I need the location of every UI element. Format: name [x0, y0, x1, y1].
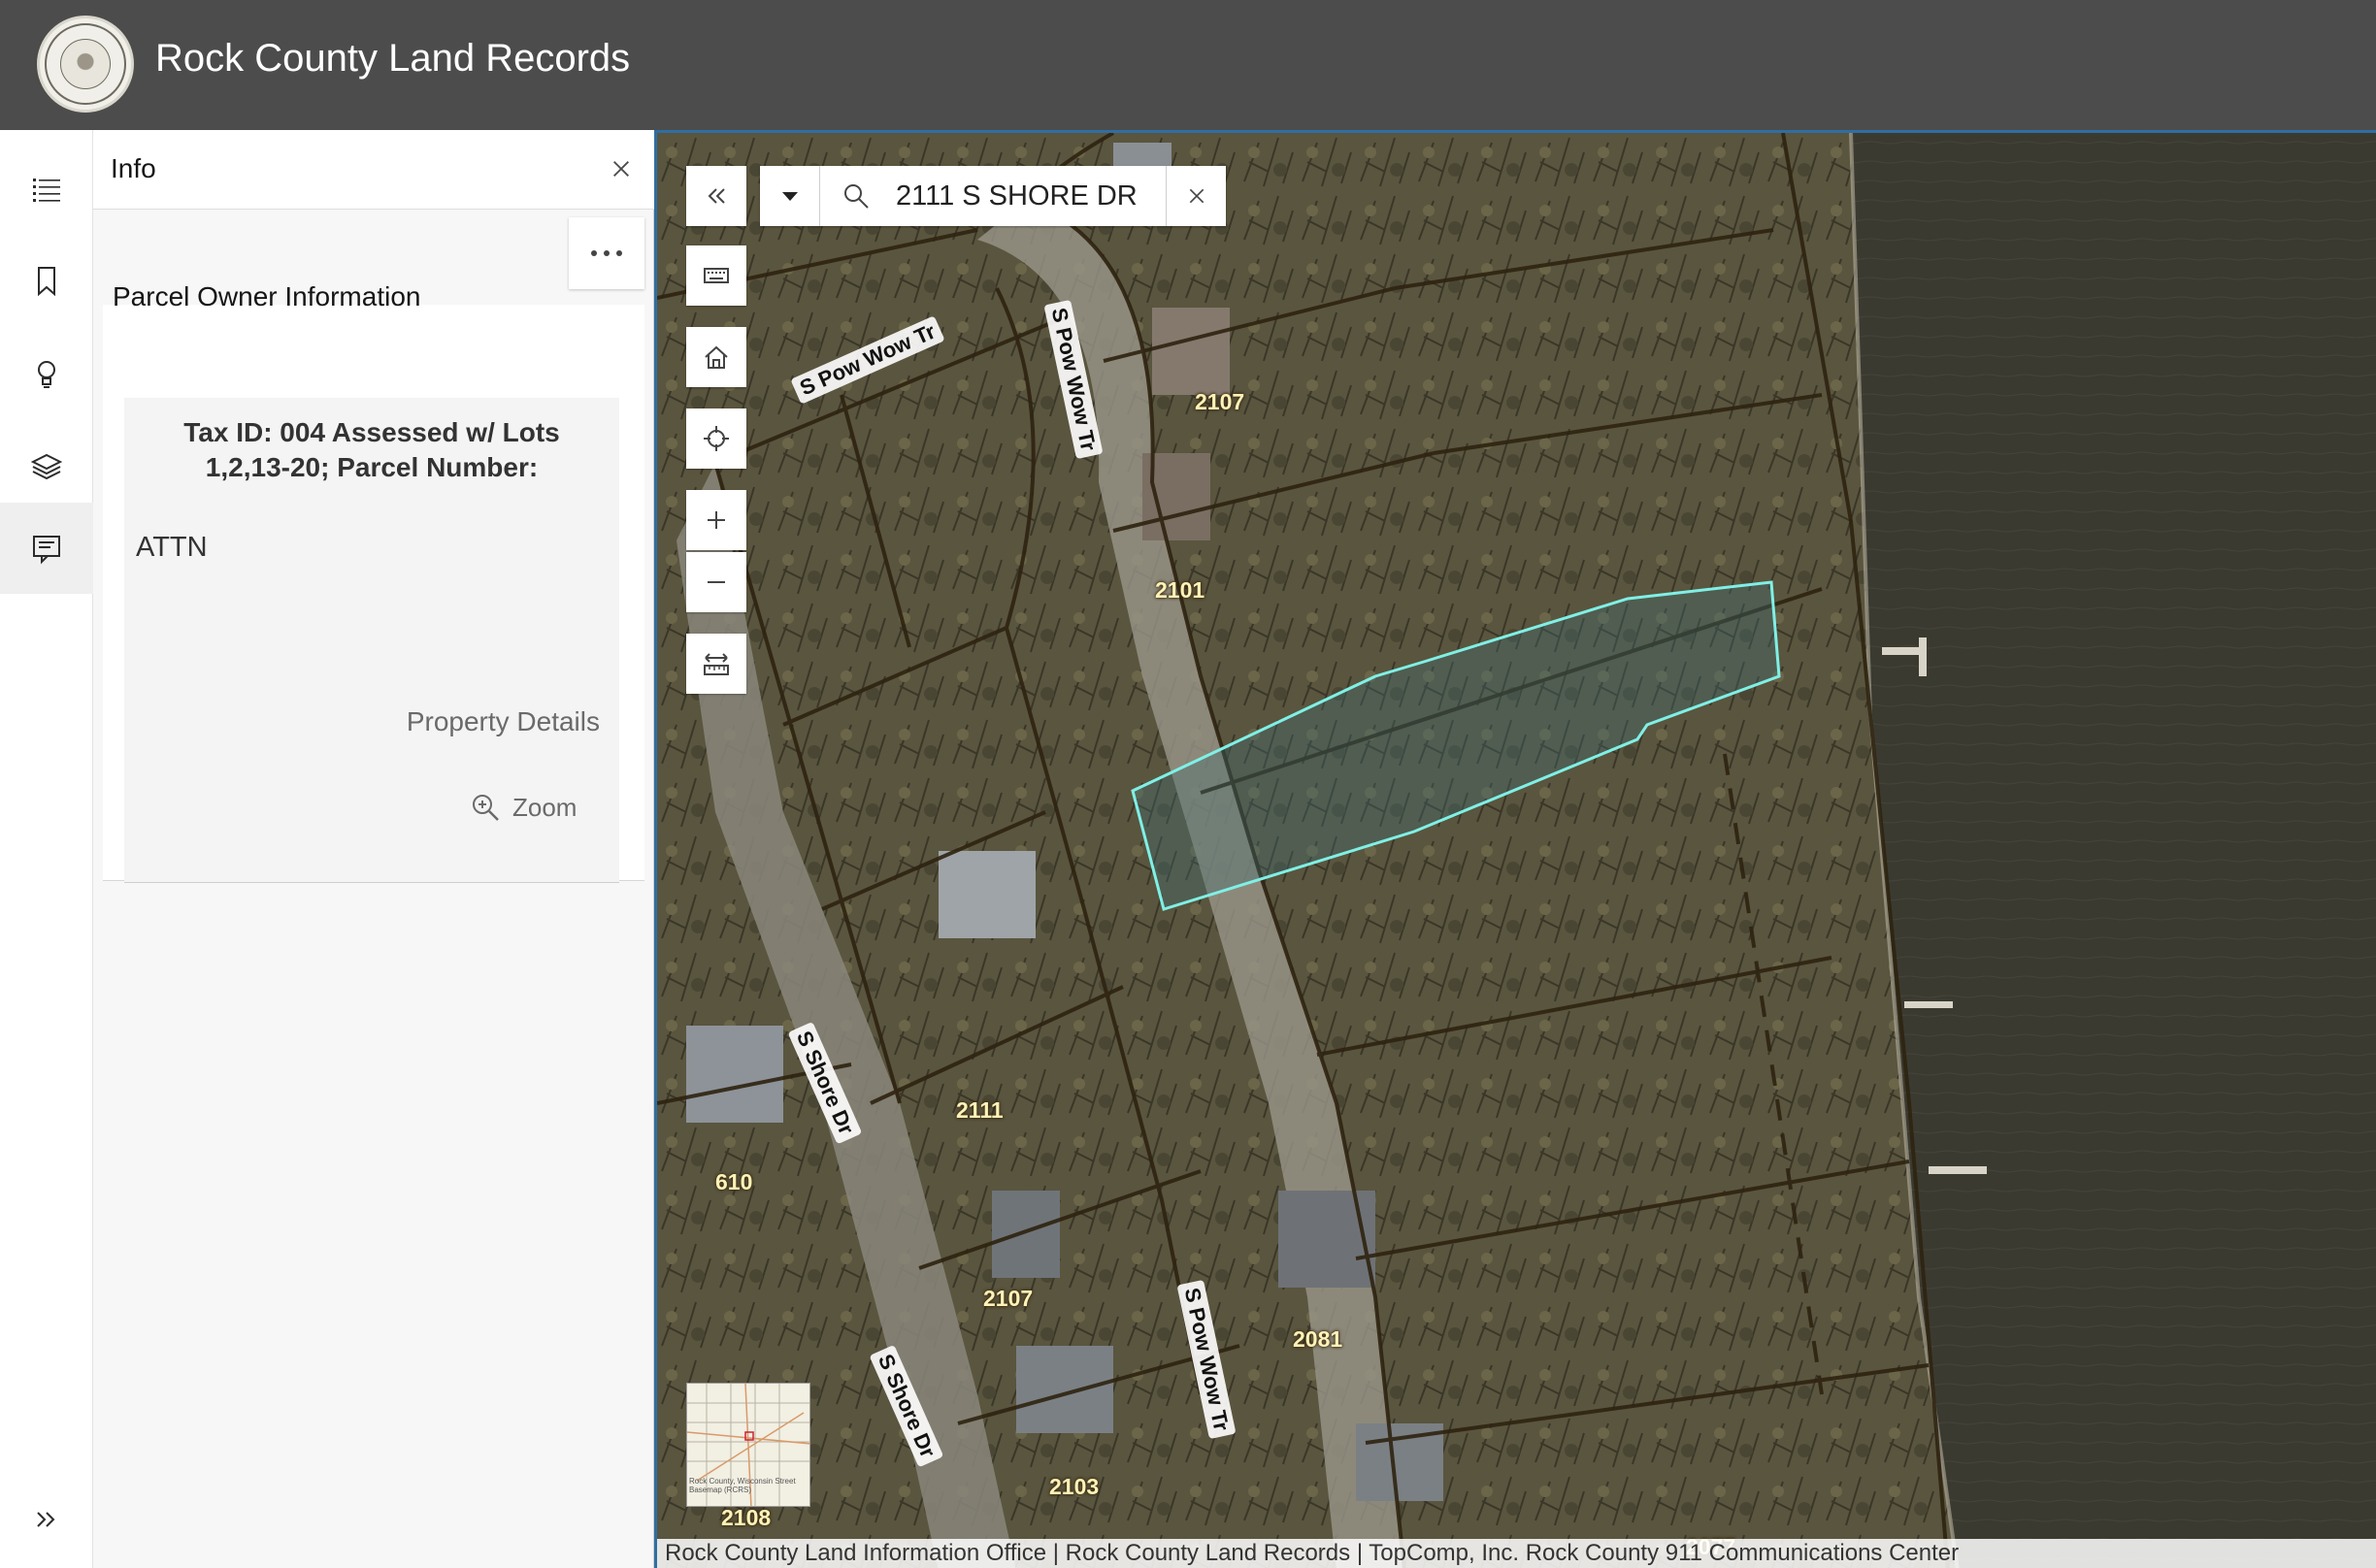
zoom-out-button[interactable] — [686, 552, 746, 612]
collapse-tools-button[interactable] — [686, 166, 746, 226]
home-button[interactable] — [686, 327, 746, 387]
parcel-label: 2081 — [1293, 1326, 1343, 1352]
popup-title: Parcel Owner Information — [113, 281, 421, 311]
locate-icon — [704, 426, 729, 451]
parcel-label: 610 — [715, 1169, 753, 1194]
action-bar-main — [0, 130, 93, 1568]
parcel-label: 2107 — [983, 1286, 1034, 1311]
zoom-in-button[interactable] — [686, 490, 746, 550]
app-title: Rock County Land Records — [155, 37, 631, 80]
zoom-to-button[interactable]: Zoom — [470, 792, 577, 823]
measure-button[interactable] — [686, 634, 746, 694]
map-view[interactable]: 2115 2107 2101 2111 610 2107 2081 2103 2… — [654, 130, 2376, 1568]
attn-text: ATTN — [136, 532, 208, 563]
locate-button[interactable] — [686, 408, 746, 469]
zoom-in-icon — [708, 511, 725, 529]
panel-header: Info — [93, 130, 654, 210]
parcel-label: 2107 — [1195, 389, 1245, 414]
search-clear-button[interactable] — [1166, 166, 1226, 226]
list-icon — [33, 179, 60, 202]
home-icon — [705, 345, 728, 369]
search-input[interactable]: 2111 S SHORE DR — [820, 166, 1166, 226]
popup-icon — [33, 536, 60, 565]
zoom-out-icon — [708, 581, 725, 583]
parcel-label: 2108 — [721, 1505, 772, 1530]
chevrons-left-icon — [708, 188, 725, 204]
bookmark-icon — [38, 267, 55, 297]
keyboard-button[interactable] — [686, 245, 746, 306]
search-icon — [844, 184, 869, 209]
search-source-dropdown[interactable] — [760, 166, 820, 226]
caret-down-icon — [781, 192, 798, 201]
map-attribution: Rock County Land Information Office | Ro… — [657, 1539, 2376, 1568]
lightbulb-icon — [38, 361, 55, 388]
keyboard-icon — [704, 268, 729, 283]
action-legend[interactable] — [0, 144, 93, 235]
zoom-in-magnifier-icon — [473, 795, 499, 821]
popup-menu-button[interactable] — [569, 217, 644, 289]
layers-icon — [30, 453, 63, 480]
parcel-label: 2101 — [1155, 577, 1205, 603]
action-layers[interactable] — [0, 421, 93, 512]
expand-panel-button[interactable] — [23, 1496, 70, 1543]
overview-caption: Rock County, Wisconsin Street Basemap (R… — [689, 1477, 796, 1494]
parcel-label: 2111 — [956, 1097, 1004, 1123]
info-panel: Info Parcel Owner Information Tax ID: 00… — [93, 130, 654, 1568]
action-about[interactable] — [0, 328, 93, 419]
search-widget: 2111 S SHORE DR — [760, 166, 1226, 226]
close-icon — [1189, 188, 1204, 204]
property-details-link[interactable]: Property Details — [407, 706, 600, 737]
overview-map[interactable]: Rock County, Wisconsin Street Basemap (R… — [686, 1383, 810, 1507]
zoom-label: Zoom — [512, 792, 578, 822]
parcel-label: 2103 — [1049, 1474, 1100, 1499]
close-panel-button[interactable] — [602, 149, 641, 188]
panel-title: Info — [111, 153, 156, 183]
close-icon — [613, 161, 629, 177]
tax-id-text: Tax ID: 004 Assessed w/ Lots 1,2,13-20; … — [183, 417, 560, 482]
measure-icon — [704, 653, 729, 675]
county-seal-logo — [37, 16, 134, 113]
search-input-value: 2111 S SHORE DR — [896, 180, 1138, 212]
chevrons-right-icon — [37, 1512, 55, 1527]
app-header: Rock County Land Records — [0, 0, 2376, 130]
action-bookmarks[interactable] — [0, 235, 93, 326]
ellipsis-icon — [591, 250, 622, 256]
action-info[interactable] — [0, 503, 93, 594]
